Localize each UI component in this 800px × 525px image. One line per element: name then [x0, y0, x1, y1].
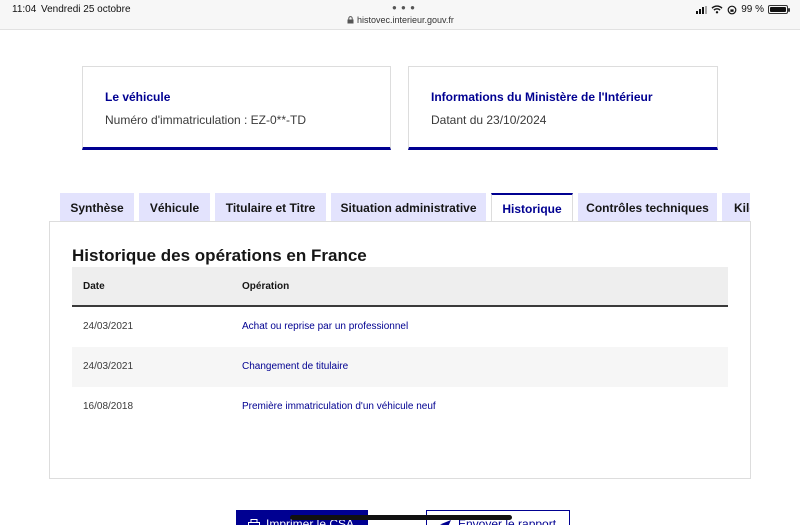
vehicle-card: Le véhicule Numéro d'immatriculation : E… — [82, 66, 391, 150]
tab-vehicule[interactable]: Véhicule — [139, 193, 210, 222]
tab-kilometrage[interactable]: Kilométrage — [722, 193, 750, 222]
battery-icon — [768, 5, 790, 14]
battery-percent: 99 % — [741, 4, 764, 15]
history-title: Historique des opérations en France — [72, 246, 367, 265]
table-row: 16/08/2018 Première immatriculation d'un… — [72, 387, 728, 427]
ministry-card: Informations du Ministère de l'Intérieur… — [408, 66, 718, 150]
tab-historique[interactable]: Historique — [491, 193, 573, 222]
row-date: 24/03/2021 — [83, 361, 134, 372]
row-date: 16/08/2018 — [83, 401, 134, 412]
multitask-dots-icon[interactable]: ● ● ● — [392, 3, 416, 12]
ministry-card-title: Informations du Ministère de l'Intérieur — [431, 90, 653, 104]
tab-situation-administrative[interactable]: Situation administrative — [331, 193, 486, 222]
row-operation-link[interactable]: Achat ou reprise par un professionnel — [242, 321, 408, 332]
url-text: histovec.interieur.gouv.fr — [357, 15, 454, 25]
row-operation-link[interactable]: Première immatriculation d'un véhicule n… — [242, 401, 436, 412]
signal-icon — [696, 5, 708, 14]
registration-number: Numéro d'immatriculation : EZ-0**-TD — [105, 113, 307, 127]
status-icons: 99 % — [696, 4, 790, 15]
history-table: Date Opération 24/03/2021 Achat ou repri… — [72, 267, 728, 427]
orientation-lock-icon — [727, 5, 737, 14]
column-header-date: Date — [83, 281, 105, 292]
vehicle-card-title: Le véhicule — [105, 90, 171, 104]
tab-synthese[interactable]: Synthèse — [60, 193, 134, 222]
report-tabs: Synthèse Véhicule Titulaire et Titre Sit… — [60, 193, 750, 222]
printer-icon — [248, 518, 260, 525]
home-indicator[interactable] — [290, 515, 512, 520]
row-date: 24/03/2021 — [83, 321, 134, 332]
tab-titulaire-titre[interactable]: Titulaire et Titre — [215, 193, 326, 222]
address-bar[interactable]: histovec.interieur.gouv.fr — [347, 15, 454, 25]
wifi-icon — [711, 5, 723, 14]
lock-icon — [347, 16, 354, 24]
status-bar: 11:04 Vendredi 25 octobre ● ● ● histovec… — [0, 0, 800, 30]
table-header: Date Opération — [72, 267, 728, 307]
data-date: Datant du 23/10/2024 — [431, 113, 547, 127]
row-operation-link[interactable]: Changement de titulaire — [242, 361, 348, 372]
date-label: Vendredi 25 octobre — [41, 4, 131, 15]
clock: 11:04 — [12, 4, 37, 15]
column-header-operation: Opération — [242, 281, 290, 292]
table-row: 24/03/2021 Achat ou reprise par un profe… — [72, 307, 728, 347]
table-row: 24/03/2021 Changement de titulaire — [72, 347, 728, 387]
tab-controles-techniques[interactable]: Contrôles techniques — [578, 193, 717, 222]
history-panel: Historique des opérations en France Date… — [49, 221, 751, 479]
